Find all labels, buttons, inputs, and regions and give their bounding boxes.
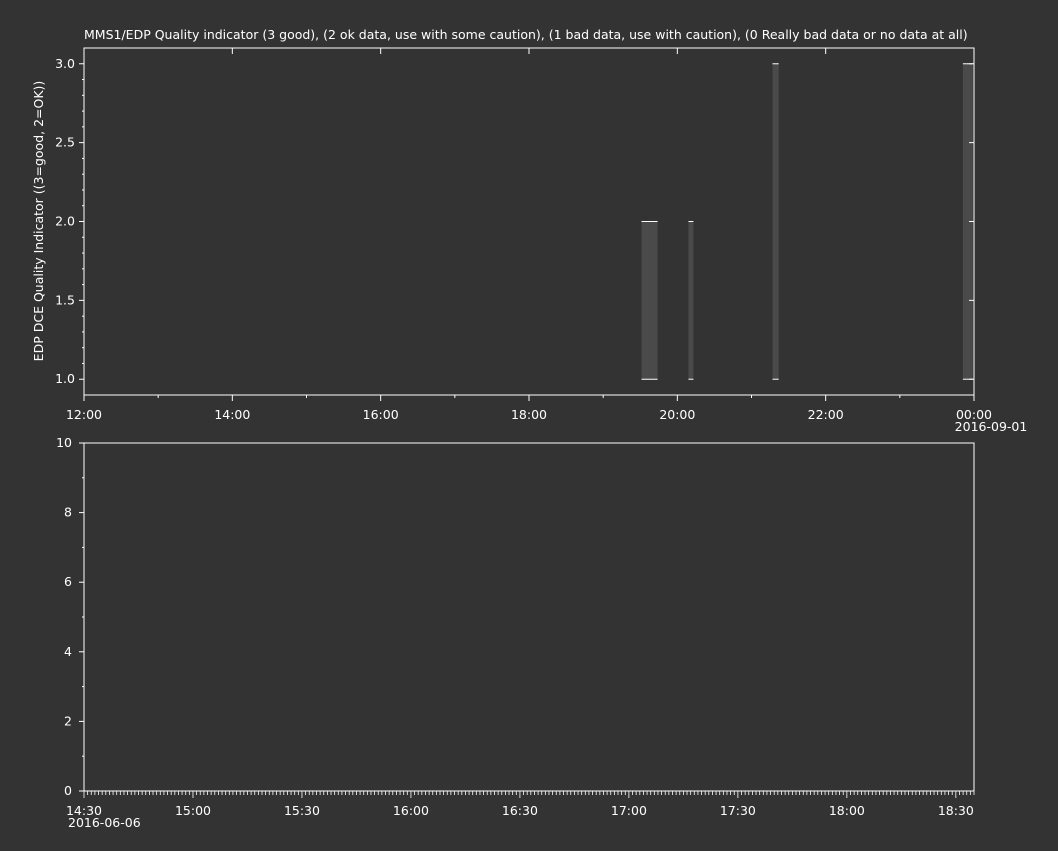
x-tick-label: 22:00 [808, 407, 844, 422]
y-tick-label: 4 [64, 644, 72, 659]
y-tick-label: 10 [56, 435, 72, 450]
x-tick-label: 17:00 [611, 803, 647, 818]
y-tick-label: 1.0 [55, 371, 75, 386]
x-tick-label: 18:00 [829, 803, 865, 818]
x-tick-label: 12:00 [66, 407, 102, 422]
x-tick-label: 16:00 [393, 803, 429, 818]
x-tick-label: 15:00 [175, 803, 211, 818]
figure-canvas: MMS1/EDP Quality indicator (3 good), (2 … [0, 0, 1058, 851]
y-tick-label: 6 [64, 574, 72, 589]
y-tick-label: 3.0 [55, 56, 75, 71]
quality-segment-1 [688, 221, 694, 380]
x-tick-label: 14:00 [214, 407, 250, 422]
y-tick-label: 0 [64, 783, 72, 798]
y-tick-label: 8 [64, 505, 72, 520]
x-tick-label: 16:30 [502, 803, 538, 818]
figure-background [0, 0, 1058, 851]
x-tick-label: 18:00 [511, 407, 547, 422]
y-tick-label: 2.0 [55, 214, 75, 229]
y-tick-label: 2 [64, 713, 72, 728]
quality-segment-0 [641, 221, 658, 380]
y-tick-label: 1.5 [55, 292, 75, 307]
x-axis-date-label: 2016-09-01 [955, 419, 1028, 434]
x-tick-label: 17:30 [720, 803, 756, 818]
quality-segment-2 [772, 63, 779, 380]
x-tick-label: 18:30 [938, 803, 974, 818]
chart-title: MMS1/EDP Quality indicator (3 good), (2 … [84, 27, 968, 42]
y-axis-label: EDP DCE Quality Indicator ((3=good, 2=OK… [31, 81, 46, 362]
y-tick-label: 2.5 [55, 135, 75, 150]
x-tick-label: 20:00 [659, 407, 695, 422]
x-tick-label: 15:30 [284, 803, 320, 818]
x-axis-date-label-2: 2016-06-06 [68, 815, 141, 830]
x-tick-label: 16:00 [363, 407, 399, 422]
